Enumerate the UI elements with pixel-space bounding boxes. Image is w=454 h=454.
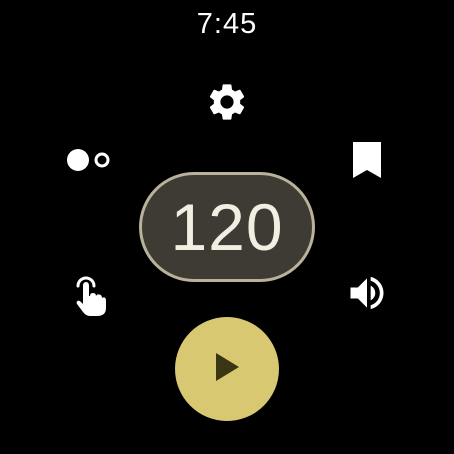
touch-tap-icon xyxy=(73,274,107,318)
gear-icon xyxy=(205,80,249,124)
bpm-value: 120 xyxy=(170,190,284,264)
settings-button[interactable] xyxy=(199,74,255,130)
bookmark-icon xyxy=(351,140,383,180)
play-button[interactable] xyxy=(175,317,279,421)
bookmark-button[interactable] xyxy=(339,132,395,188)
volume-button[interactable] xyxy=(339,265,395,321)
tap-tempo-button[interactable] xyxy=(62,268,118,324)
status-time: 7:45 xyxy=(196,8,258,40)
toggle-dots-icon xyxy=(60,140,116,180)
bpm-display[interactable]: 120 xyxy=(139,172,315,282)
volume-icon xyxy=(345,271,389,315)
theme-toggle-button[interactable] xyxy=(60,132,116,188)
play-icon xyxy=(212,350,242,389)
watch-screen: 7:45 120 xyxy=(0,0,454,454)
